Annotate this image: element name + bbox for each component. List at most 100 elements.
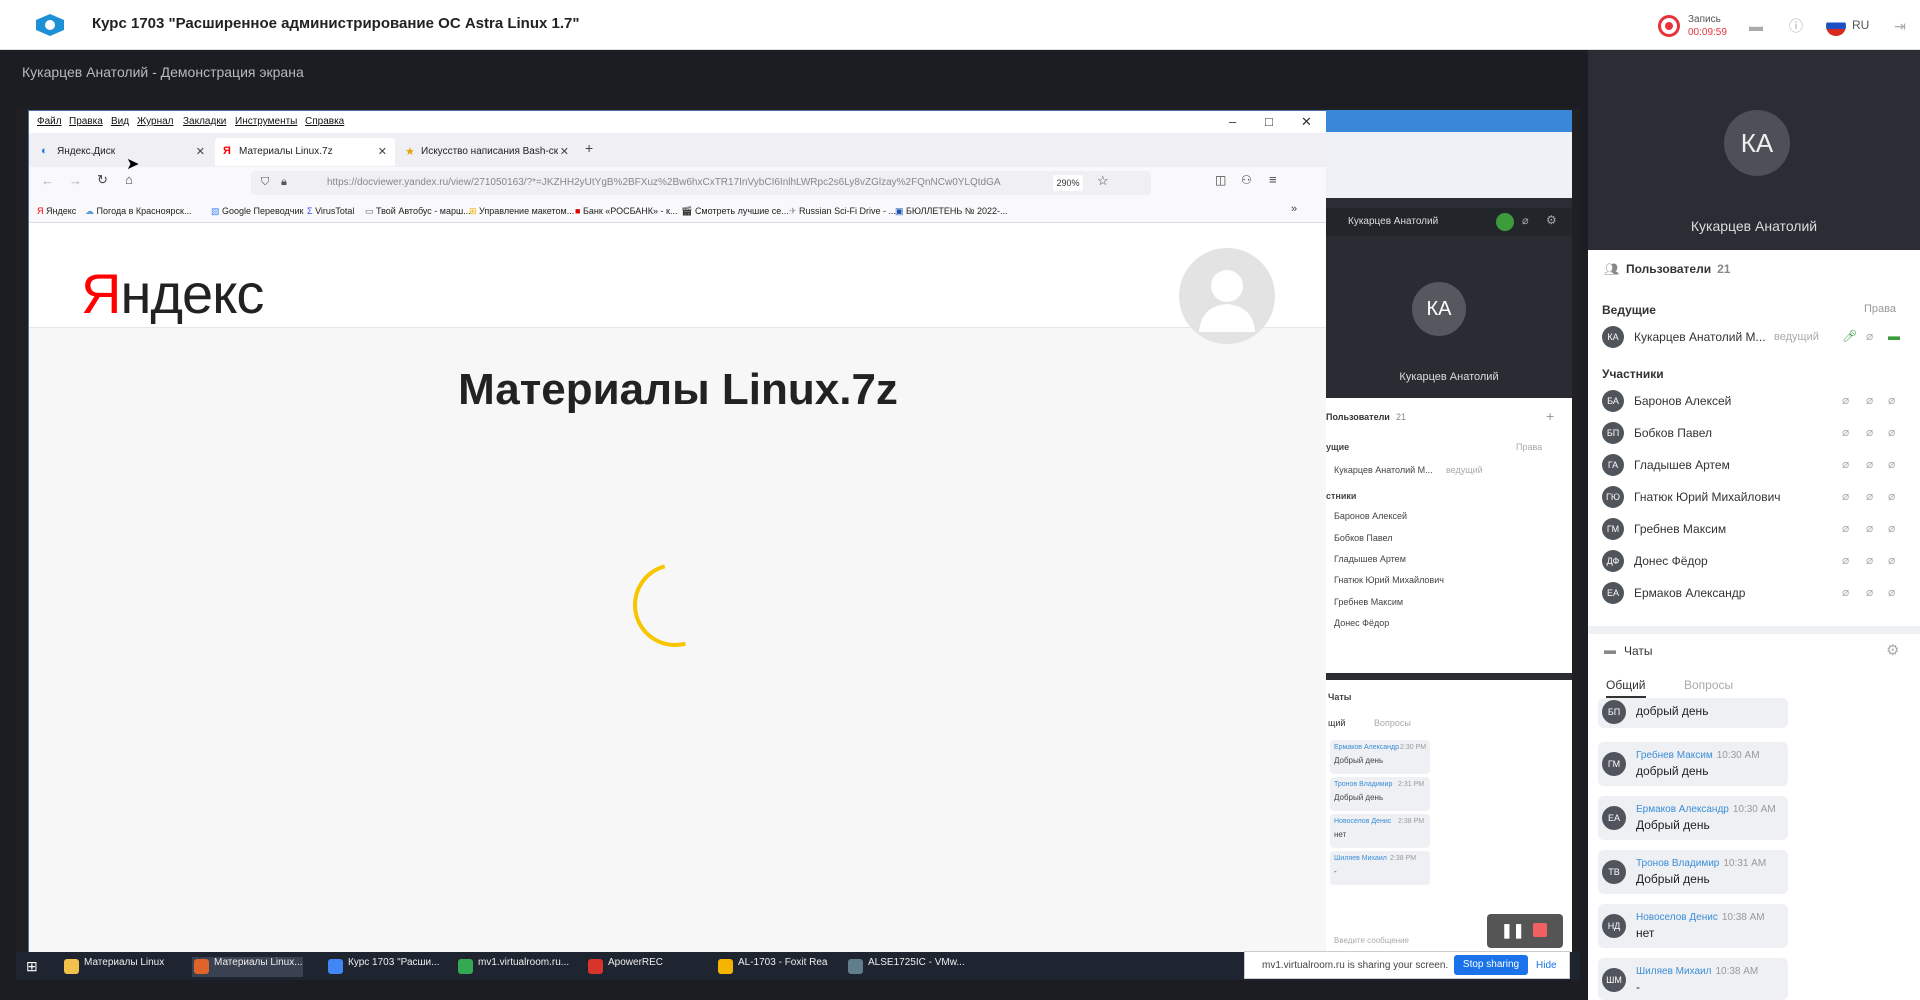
chat-input[interactable]: Введите сообщение (1334, 936, 1409, 945)
bookmark-layout[interactable]: ⊞ Управление макетом... (469, 206, 574, 217)
mic-off-icon[interactable]: ⌀ (1842, 425, 1849, 439)
menu-bookmarks[interactable]: Закладки (183, 116, 226, 127)
user-row[interactable]: БП Бобков Павел ⌀ ⌀ ⌀ (1602, 422, 1902, 448)
camera-off-icon[interactable]: ⌀ (1866, 521, 1873, 535)
exit-icon[interactable]: ⇥ (1890, 16, 1910, 36)
bookmark-movies[interactable]: 🎬︎ Смотреть лучшие се... (681, 206, 789, 217)
tab-bash[interactable]: ★ Искусство написания Bash-ск ✕ (397, 138, 577, 166)
mic-off-icon[interactable]: ⌀ (1842, 393, 1849, 407)
back-icon[interactable]: ← (41, 173, 54, 188)
tab-materials[interactable]: Я Материалы Linux.7z ✕ (215, 138, 395, 166)
reload-icon[interactable]: ↻ (97, 172, 108, 188)
taskbar-item[interactable]: ALSE1725IC - VMw... (846, 957, 965, 977)
mic-off-icon[interactable]: ⌀ (1842, 585, 1849, 599)
user-row[interactable]: ГМ Гребнев Максим ⌀ ⌀ ⌀ (1602, 518, 1902, 544)
pause-icon[interactable]: ❚❚ (1501, 922, 1524, 939)
gear-icon[interactable]: ⚙ (1886, 641, 1899, 659)
screen-off-icon[interactable]: ⌀ (1888, 553, 1895, 567)
screen-off-icon[interactable]: ⌀ (1888, 521, 1895, 535)
user-row[interactable]: ГЮ Гнатюк Юрий Михайлович ⌀ ⌀ ⌀ (1602, 486, 1902, 512)
forward-icon[interactable]: → (69, 173, 82, 188)
gear-icon[interactable]: ⚙ (1546, 213, 1557, 227)
maximize-icon[interactable]: □ (1265, 114, 1273, 129)
bookmark-virustotal[interactable]: Σ VirusTotal (307, 206, 354, 216)
taskbar-item[interactable]: Курс 1703 "Расши... (326, 957, 439, 977)
menu-help[interactable]: Справка (305, 116, 344, 127)
mic-icon[interactable] (1496, 213, 1514, 231)
close-icon[interactable]: ✕ (196, 145, 205, 158)
screen-off-icon[interactable]: ⌀ (1888, 489, 1895, 503)
screen-off-icon[interactable]: ⌀ (1888, 585, 1895, 599)
user-row[interactable]: ЕА Ермаков Александр ⌀ ⌀ ⌀ (1602, 582, 1902, 608)
user-row[interactable]: БА Баронов Алексей ⌀ ⌀ ⌀ (1602, 390, 1902, 416)
taskbar-item[interactable]: mv1.virtualroom.ru... (456, 957, 569, 977)
record-icon[interactable] (1658, 15, 1680, 37)
taskbar-item[interactable]: ApowerREC (586, 957, 663, 977)
new-tab-icon[interactable]: + (585, 140, 593, 156)
tab-yandex-disk[interactable]: ◐ Яндекс.Диск ✕ (33, 138, 213, 166)
panel-divider[interactable] (1588, 626, 1920, 634)
stop-sharing-button[interactable]: Stop sharing (1454, 955, 1528, 975)
bookmark-star-icon[interactable]: ☆ (1097, 173, 1109, 189)
taskbar-item[interactable]: Материалы Linux... (192, 957, 303, 977)
home-icon[interactable]: ⌂ (125, 172, 133, 187)
screen-off-icon[interactable]: ⌀ (1888, 457, 1895, 471)
close-icon[interactable]: ✕ (1301, 114, 1312, 130)
mic-off-icon[interactable]: ⌀ (1842, 521, 1849, 535)
close-icon[interactable]: ✕ (378, 145, 387, 158)
virtualroom-logo-icon[interactable] (32, 12, 68, 38)
camera-off-icon[interactable]: ⌀ (1866, 553, 1873, 567)
bookmark-bulletin[interactable]: ▣ БЮЛЛЕТЕНЬ № 2022-... (895, 206, 1008, 217)
screen-share-icon[interactable]: ▬ (1888, 329, 1900, 343)
mic-off-icon[interactable]: ⌀ (1842, 489, 1849, 503)
stop-icon[interactable] (1533, 923, 1547, 937)
camera-off-icon[interactable]: ⌀ (1522, 214, 1529, 227)
user-row[interactable]: ГА Гладышев Артем ⌀ ⌀ ⌀ (1602, 454, 1902, 480)
info-icon[interactable]: ⓘ (1786, 16, 1806, 36)
screen-off-icon[interactable]: ⌀ (1888, 393, 1895, 407)
bookmark-bus[interactable]: ▭ Твой Автобус - марш... (365, 206, 471, 217)
bookmark-yandex[interactable]: Я Яндекс (37, 206, 76, 216)
menu-history[interactable]: Журнал (137, 116, 174, 127)
bookmark-rosbank[interactable]: ■ Банк «РОСБАНК» - к... (575, 206, 677, 216)
screen-off-icon[interactable]: ⌀ (1888, 425, 1895, 439)
rights-label[interactable]: Права (1864, 303, 1896, 315)
mic-on-icon[interactable]: 🎤︎ (1842, 329, 1857, 343)
url-bar[interactable]: https://docviewer.yandex.ru/view/2710501… (251, 171, 1151, 195)
zoom-level[interactable]: 290% (1053, 175, 1083, 191)
camera-off-icon[interactable]: ⌀ (1866, 393, 1873, 407)
taskbar-item[interactable]: AL-1703 - Foxit Rea (716, 957, 828, 977)
user-row[interactable]: ДФ Донес Фёдор ⌀ ⌀ ⌀ (1602, 550, 1902, 576)
close-icon[interactable]: ✕ (560, 145, 569, 158)
user-row-host[interactable]: КА Кукарцев Анатолий М... ведущий 🎤︎ ⌀ ▬ (1602, 326, 1902, 352)
tab-questions[interactable]: Вопросы (1684, 678, 1733, 692)
extensions-icon[interactable]: ⚇ (1241, 173, 1252, 187)
tab-common[interactable]: Общий (1606, 678, 1646, 698)
menu-tools[interactable]: Инструменты (235, 116, 297, 127)
bookmark-scifi[interactable]: ✈ Russian Sci-Fi Drive - ... (789, 206, 896, 217)
add-icon[interactable]: + (1546, 408, 1554, 424)
pocket-icon[interactable]: ◫ (1215, 173, 1226, 187)
camera-off-icon[interactable]: ⌀ (1866, 425, 1873, 439)
camera-off-icon[interactable]: ⌀ (1866, 489, 1873, 503)
chevron-right-icon[interactable]: » (1291, 203, 1297, 215)
mic-off-icon[interactable]: ⌀ (1842, 553, 1849, 567)
minimize-icon[interactable]: – (1229, 114, 1236, 129)
menu-view[interactable]: Вид (111, 116, 129, 127)
hamburger-menu-icon[interactable]: ≡ (1269, 172, 1277, 187)
language-label[interactable]: RU (1852, 18, 1869, 32)
folder-icon[interactable]: ▬ (1746, 16, 1766, 36)
shield-icon[interactable]: ⛉ (261, 176, 269, 189)
camera-off-icon[interactable]: ⌀ (1866, 457, 1873, 471)
bookmark-translate[interactable]: ▧ Google Переводчик (211, 206, 303, 217)
taskbar-item[interactable]: Материалы Linux (62, 957, 164, 977)
camera-off-icon[interactable]: ⌀ (1866, 585, 1873, 599)
mic-off-icon[interactable]: ⌀ (1842, 457, 1849, 471)
yandex-logo[interactable]: Яндекс (81, 261, 264, 326)
russia-flag-icon[interactable] (1826, 16, 1846, 36)
menu-edit[interactable]: Правка (69, 116, 103, 127)
bookmark-weather[interactable]: ☁ Погода в Красноярск... (85, 206, 191, 217)
menu-file[interactable]: Файл (37, 116, 62, 127)
camera-off-icon[interactable]: ⌀ (1866, 329, 1873, 343)
avatar[interactable] (1179, 248, 1275, 344)
